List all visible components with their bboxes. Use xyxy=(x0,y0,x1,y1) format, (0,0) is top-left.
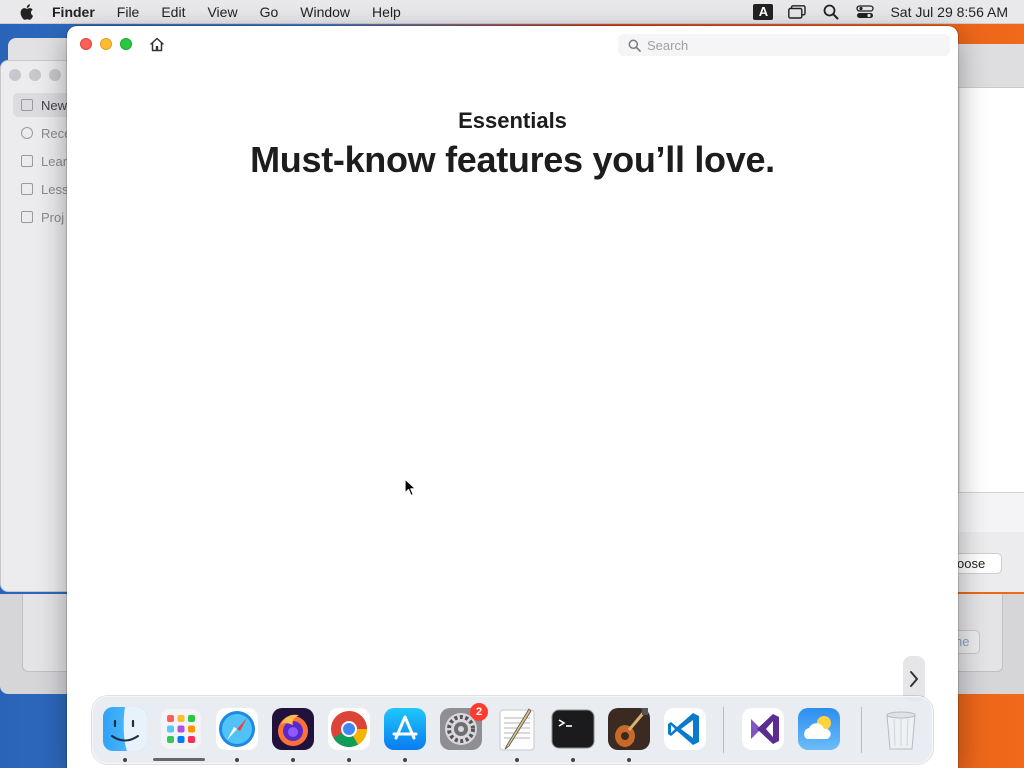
menu-edit[interactable]: Edit xyxy=(150,0,196,24)
background-window-titlebar-left xyxy=(8,38,68,60)
bg-sidebar-label: Proj xyxy=(41,209,65,225)
bg-sidebar-item-learn[interactable]: Lear xyxy=(13,149,73,173)
tips-window-titlebar xyxy=(67,26,958,62)
lesson-icon xyxy=(21,183,33,195)
menu-view[interactable]: View xyxy=(196,0,248,24)
menu-window[interactable]: Window xyxy=(289,0,361,24)
menu-app-finder[interactable]: Finder xyxy=(52,0,106,24)
background-window-lower-right-panel: ne xyxy=(952,594,1003,672)
search-input[interactable] xyxy=(647,37,927,53)
search-icon xyxy=(628,39,641,52)
menu-go[interactable]: Go xyxy=(249,0,290,24)
vscode-icon[interactable] xyxy=(661,705,709,753)
running-indicator xyxy=(235,758,239,762)
background-window-left[interactable]: New Rece Lear Less Proj xyxy=(0,60,73,592)
menu-file[interactable]: File xyxy=(106,0,151,24)
bg-close-icon[interactable] xyxy=(9,69,21,81)
notification-badge: 2 xyxy=(470,703,488,721)
bg-sidebar-item-new[interactable]: New xyxy=(13,93,73,117)
spotlight-search-icon[interactable] xyxy=(814,0,848,24)
dock: 2 xyxy=(92,696,933,764)
menu-bar: Finder File Edit View Go Window Help A S… xyxy=(0,0,1024,24)
textedit-icon[interactable] xyxy=(493,705,541,753)
bg-sidebar-item-recent[interactable]: Rece xyxy=(13,121,73,145)
search-field[interactable] xyxy=(618,34,950,56)
running-indicator xyxy=(627,758,631,762)
weather-icon[interactable] xyxy=(795,705,843,753)
running-indicator xyxy=(291,758,295,762)
visual-studio-icon[interactable] xyxy=(739,705,787,753)
bg-sidebar-label: New xyxy=(41,97,68,113)
safari-icon[interactable] xyxy=(213,705,261,753)
bg-minimize-icon[interactable] xyxy=(29,69,41,81)
background-window-right-footer xyxy=(956,492,1024,532)
chrome-icon[interactable] xyxy=(325,705,373,753)
apple-menu-icon[interactable] xyxy=(18,0,38,24)
mouse-pointer-icon xyxy=(404,478,418,498)
app-store-icon[interactable] xyxy=(381,705,429,753)
background-window-lower-right: ne xyxy=(952,594,1024,694)
menu-bar-clock[interactable]: Sat Jul 29 8:56 AM xyxy=(882,4,1008,20)
chevron-right-icon xyxy=(910,671,918,687)
tips-window: Essentials Must-know features you’ll lov… xyxy=(67,26,958,768)
bg-sidebar-label: Lear xyxy=(41,153,68,169)
background-window-lower-left-panel xyxy=(22,594,70,672)
terminal-icon[interactable] xyxy=(549,705,597,753)
menu-help[interactable]: Help xyxy=(361,0,412,24)
close-window-icon[interactable] xyxy=(80,38,92,50)
home-icon[interactable] xyxy=(147,35,167,53)
dock-separator xyxy=(861,707,862,753)
running-indicator xyxy=(515,758,519,762)
screen-mirroring-icon[interactable] xyxy=(780,0,814,24)
background-window-traffic-lights xyxy=(9,69,61,81)
finder-icon[interactable] xyxy=(101,705,149,753)
clock-icon xyxy=(21,127,33,139)
background-window-right[interactable]: oose xyxy=(950,44,1024,592)
running-indicator xyxy=(347,758,351,762)
running-indicator xyxy=(403,758,407,762)
running-indicator xyxy=(123,758,127,762)
input-source-icon[interactable]: A xyxy=(746,0,780,24)
section-title: Essentials xyxy=(458,108,567,133)
maximize-window-icon[interactable] xyxy=(120,38,132,50)
dock-separator xyxy=(723,707,724,753)
firefox-icon[interactable] xyxy=(269,705,317,753)
control-center-icon[interactable] xyxy=(848,0,882,24)
background-window-right-titlebar xyxy=(956,44,1024,88)
window-traffic-lights xyxy=(80,38,132,50)
minimize-window-icon[interactable] xyxy=(100,38,112,50)
bg-sidebar-label: Less xyxy=(41,181,69,197)
book-icon xyxy=(21,155,33,167)
launchpad-indicator xyxy=(153,758,205,761)
instruments-icon[interactable] xyxy=(605,705,653,753)
document-icon xyxy=(21,99,33,111)
running-indicator xyxy=(571,758,575,762)
folder-icon xyxy=(21,211,33,223)
bg-sidebar-item-projects[interactable]: Proj xyxy=(13,205,73,229)
bg-sidebar-item-lessons[interactable]: Less xyxy=(13,177,73,201)
background-window-right-panel xyxy=(960,88,1024,492)
bg-maximize-icon[interactable] xyxy=(49,69,61,81)
launchpad-icon[interactable] xyxy=(157,705,205,753)
trash-icon[interactable] xyxy=(877,705,925,753)
background-window-lower-left xyxy=(0,594,70,694)
headline: Must-know features you’ll love. xyxy=(250,139,775,180)
